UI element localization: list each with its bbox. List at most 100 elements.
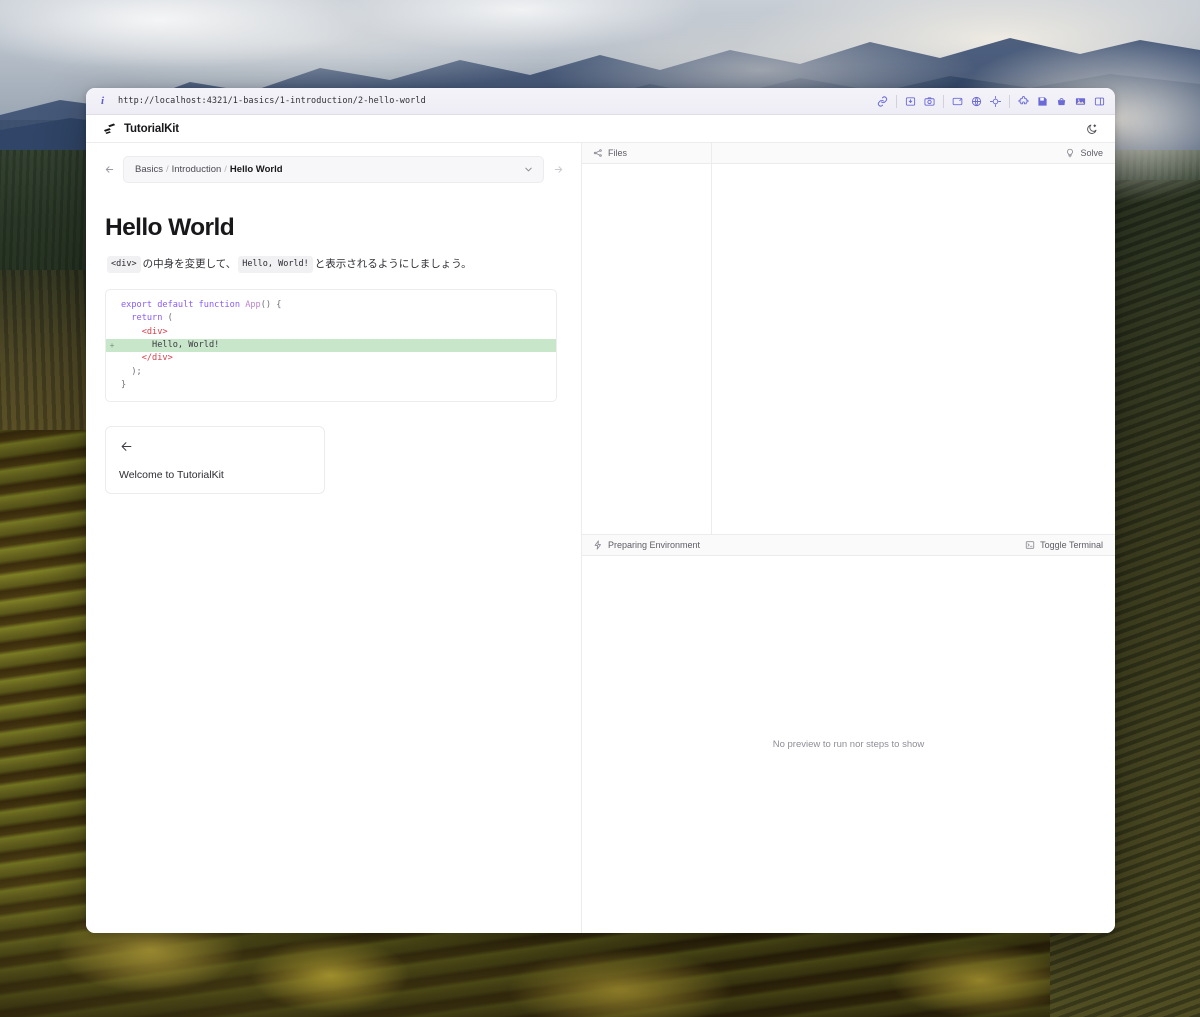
- toolbar-divider-1: [896, 94, 897, 108]
- previous-lesson-card[interactable]: Welcome to TutorialKit: [105, 426, 325, 495]
- code-token: () {: [260, 299, 282, 310]
- editor-panel-bar: Files Solve: [582, 143, 1115, 164]
- code-line-text: }: [118, 379, 126, 392]
- environment-status: Preparing Environment: [593, 540, 700, 550]
- arrow-left-icon: [119, 439, 312, 459]
- terminal-icon: [1025, 540, 1035, 550]
- terminal-bar: Preparing Environment Toggle Terminal: [582, 535, 1115, 556]
- files-panel-header[interactable]: Files: [582, 143, 712, 163]
- bolt-icon: [593, 540, 603, 550]
- code-token: App: [245, 299, 261, 310]
- files-tree-icon: [593, 148, 603, 158]
- breadcrumb-dropdown[interactable]: Basics / Introduction / Hello World: [123, 156, 544, 183]
- code-line: }: [106, 379, 556, 392]
- url-text[interactable]: http://localhost:4321/1-basics/1-introdu…: [118, 96, 426, 106]
- previous-lesson-label: Welcome to TutorialKit: [119, 469, 224, 482]
- editor-area: [582, 164, 1115, 534]
- file-tree[interactable]: [582, 164, 712, 534]
- workspace-pane: Files Solve Preparing Environment Toggle…: [582, 143, 1115, 933]
- browser-toolbar: i http://localhost:4321/1-basics/1-intro…: [86, 88, 1115, 115]
- breadcrumb: Basics / Introduction / Hello World: [135, 164, 283, 175]
- target-icon[interactable]: [986, 92, 1005, 111]
- solve-button[interactable]: Solve: [712, 143, 1115, 163]
- code-block: export default function App() { return (…: [105, 288, 557, 403]
- nav-next-button[interactable]: [551, 163, 565, 177]
- code-line: return (: [106, 312, 556, 325]
- breadcrumb-separator-2: /: [224, 164, 227, 175]
- code-token: }: [121, 380, 127, 391]
- link-icon[interactable]: [873, 92, 892, 111]
- code-token: );: [121, 366, 142, 377]
- breadcrumb-current: Hello World: [229, 164, 283, 175]
- chevron-down-icon[interactable]: [523, 164, 534, 175]
- code-gutter: +: [109, 340, 115, 350]
- code-line-text: export default function App() {: [118, 299, 281, 312]
- code-line-text: <div>: [118, 326, 168, 339]
- nav-prev-button[interactable]: [102, 163, 116, 177]
- code-token: <div>: [141, 326, 168, 337]
- info-icon[interactable]: i: [96, 95, 109, 108]
- editor-section: Files Solve: [582, 143, 1115, 534]
- files-panel-label: Files: [608, 148, 628, 158]
- code-line: <div>: [106, 326, 556, 339]
- page-title: Hello World: [105, 214, 235, 241]
- desktop-wallpaper: i http://localhost:4321/1-basics/1-intro…: [0, 0, 1200, 1017]
- browser-window: i http://localhost:4321/1-basics/1-intro…: [86, 88, 1115, 933]
- lightbulb-icon: [1065, 148, 1075, 158]
- inline-code-hello: Hello, World!: [238, 256, 313, 273]
- paragraph-text-2: と表示されるようにしましょう。: [314, 257, 472, 270]
- environment-status-label: Preparing Environment: [608, 540, 701, 550]
- code-token: Hello, World!: [121, 339, 220, 350]
- sidebar-icon[interactable]: [1090, 92, 1109, 111]
- code-line: export default function App() {: [106, 299, 556, 312]
- code-line: </div>: [106, 352, 556, 365]
- code-token: export: [121, 299, 158, 310]
- breadcrumb-separator-1: /: [165, 164, 169, 175]
- camera-icon[interactable]: [920, 92, 939, 111]
- preview-section: Preparing Environment Toggle Terminal No…: [582, 534, 1115, 933]
- code-token: </div>: [141, 353, 173, 364]
- brand[interactable]: TutorialKit: [102, 121, 179, 136]
- screenshot-region-icon[interactable]: [901, 92, 920, 111]
- navigation-row: Basics / Introduction / Hello World: [102, 156, 565, 183]
- code-editor[interactable]: [712, 164, 1115, 534]
- toolbar-icons: [873, 92, 1109, 111]
- app-title: TutorialKit: [124, 122, 179, 135]
- code-token: (: [162, 313, 173, 324]
- bag-icon[interactable]: [1052, 92, 1071, 111]
- app-header: TutorialKit: [86, 115, 1115, 143]
- toggle-terminal-label: Toggle Terminal: [1040, 540, 1103, 550]
- image-icon[interactable]: [1071, 92, 1090, 111]
- code-line: );: [106, 366, 556, 379]
- save-icon[interactable]: [1033, 92, 1052, 111]
- toolbar-divider-3: [1009, 94, 1010, 108]
- code-token: default: [157, 299, 199, 310]
- toggle-terminal-button[interactable]: Toggle Terminal: [1025, 540, 1103, 550]
- code-token: function: [198, 299, 246, 310]
- preview-empty-message: No preview to run nor steps to show: [772, 739, 925, 750]
- lesson-pane: Basics / Introduction / Hello World Hell…: [86, 143, 582, 933]
- moon-icon[interactable]: [1083, 120, 1101, 138]
- app-body: Basics / Introduction / Hello World Hell…: [86, 143, 1115, 933]
- preview-area: No preview to run nor steps to show: [582, 556, 1115, 933]
- window-icon[interactable]: [948, 92, 967, 111]
- lesson-paragraph: <div> の中身を変更して、 Hello, World! と表示されるようにし…: [105, 256, 565, 273]
- tutorialkit-logo-icon: [102, 121, 117, 136]
- toolbar-divider-2: [943, 94, 944, 108]
- code-line: + Hello, World!: [106, 338, 556, 353]
- inline-code-div: <div>: [107, 256, 141, 273]
- code-line-text: );: [118, 366, 142, 379]
- breadcrumb-part-2[interactable]: Introduction: [172, 164, 222, 175]
- solve-label: Solve: [1080, 148, 1103, 158]
- breadcrumb-part-1[interactable]: Basics: [135, 164, 163, 175]
- paragraph-text-1: の中身を変更して、: [142, 257, 237, 270]
- code-token: return: [131, 313, 163, 324]
- code-line-text: </div>: [118, 352, 173, 365]
- code-line-text: Hello, World!: [118, 339, 219, 352]
- puzzle-icon[interactable]: [1014, 92, 1033, 111]
- code-line-text: return (: [118, 312, 173, 325]
- globe-icon[interactable]: [967, 92, 986, 111]
